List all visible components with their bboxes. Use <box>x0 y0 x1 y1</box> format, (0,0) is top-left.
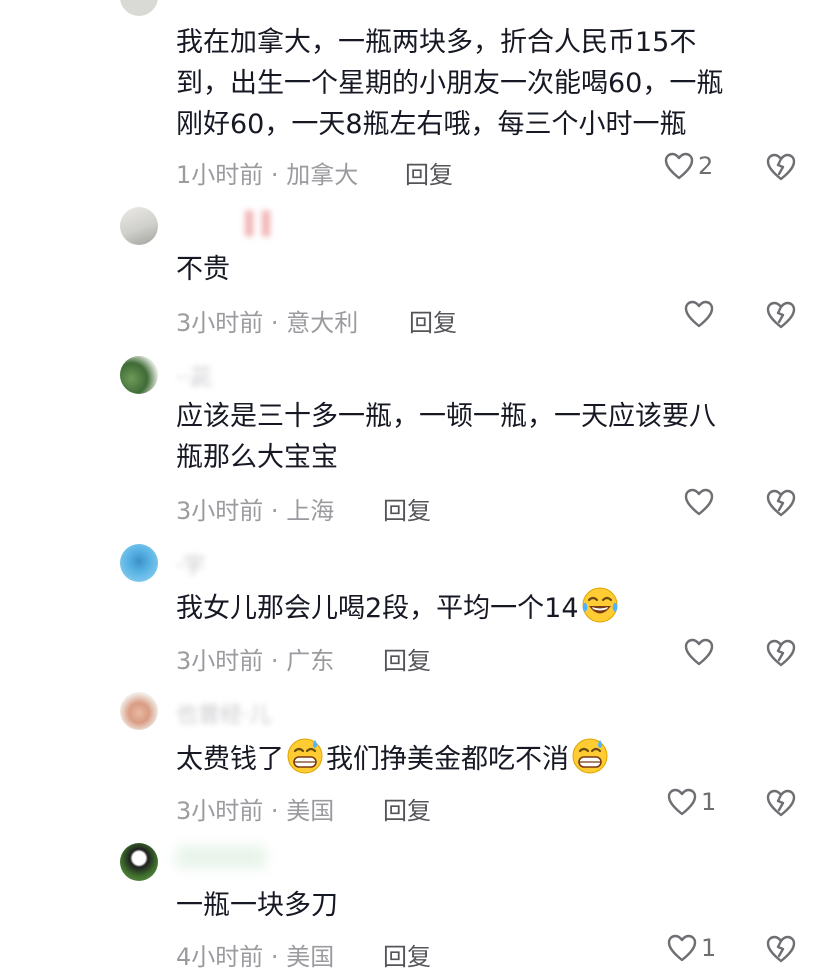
sweat-grin-emoji <box>285 736 325 776</box>
comment-meta: 4小时前 · 美国 <box>176 937 334 972</box>
avatar[interactable] <box>120 692 158 730</box>
comment-text: 我女儿那会儿喝2段，平均一个14 <box>176 585 796 629</box>
like-count: 1 <box>701 934 717 962</box>
meta-separator: · <box>270 943 279 971</box>
comment-text-line: 不贵 <box>176 254 230 285</box>
username[interactable]: 也曾经·儿 <box>176 697 271 729</box>
comment-text-line: 我们挣美金都吃不消 <box>326 744 569 775</box>
like-button[interactable] <box>684 300 718 328</box>
comment-text: 我在加拿大，一瓶两块多，折合人民币15不 到，出生一个星期的小朋友一次能喝60，… <box>176 22 796 145</box>
comment-location: 上海 <box>286 497 335 525</box>
comment-text-line: 一瓶一块多刀 <box>176 890 338 921</box>
comment-location: 加拿大 <box>286 161 359 189</box>
reply-button[interactable]: 回复 <box>383 491 431 526</box>
dislike-button[interactable] <box>766 935 796 963</box>
sweat-grin-emoji <box>570 736 610 776</box>
reply-button[interactable]: 回复 <box>409 303 457 338</box>
reply-button[interactable]: 回复 <box>383 791 431 826</box>
meta-separator: · <box>270 497 279 525</box>
dislike-button[interactable] <box>766 301 796 329</box>
comment-text: 不贵 <box>176 249 796 290</box>
broken-heart-icon <box>766 153 796 181</box>
heart-icon <box>664 152 694 180</box>
avatar[interactable] <box>120 207 158 245</box>
dislike-button[interactable] <box>766 489 796 517</box>
avatar[interactable] <box>120 544 158 582</box>
username[interactable] <box>176 846 266 868</box>
comment-text-line: 刚好60，一天8瓶左右哦，每三个小时一瓶 <box>176 109 687 140</box>
meta-separator: · <box>270 797 279 825</box>
meta-separator: · <box>270 309 279 337</box>
like-button[interactable] <box>684 638 718 666</box>
comment-text: 一瓶一块多刀 <box>176 885 796 926</box>
comment-time: 3小时前 <box>176 309 264 337</box>
like-button[interactable]: 1 <box>667 934 716 962</box>
avatar[interactable] <box>120 0 158 16</box>
comment-time: 4小时前 <box>176 943 264 971</box>
comment-text-line: 到，出生一个星期的小朋友一次能喝60，一瓶 <box>176 68 724 99</box>
broken-heart-icon <box>766 301 796 329</box>
comment-location: 意大利 <box>286 309 359 337</box>
dislike-button[interactable] <box>766 153 796 181</box>
heart-icon <box>667 788 697 816</box>
comment-time: 3小时前 <box>176 647 264 675</box>
broken-heart-icon <box>766 639 796 667</box>
heart-icon <box>684 300 714 328</box>
broken-heart-icon <box>766 935 796 963</box>
comment-text-line: 我女儿那会儿喝2段，平均一个14 <box>176 593 579 624</box>
broken-heart-icon <box>766 489 796 517</box>
reply-button[interactable]: 回复 <box>383 641 431 676</box>
avatar[interactable] <box>120 843 158 881</box>
comment-time: 3小时前 <box>176 797 264 825</box>
comment-meta: 1小时前 · 加拿大 <box>176 155 358 190</box>
comment-text-line: 瓶那么大宝宝 <box>176 442 338 473</box>
comment-text-line: 我在加拿大，一瓶两块多，折合人民币15不 <box>176 27 697 58</box>
reply-button[interactable]: 回复 <box>383 937 431 972</box>
heart-icon <box>667 934 697 962</box>
dislike-button[interactable] <box>766 789 796 817</box>
laughing-tears-emoji <box>580 585 620 625</box>
like-button[interactable]: 2 <box>664 152 713 180</box>
comment-text-line: 太费钱了 <box>176 744 284 775</box>
comment-location: 美国 <box>286 797 335 825</box>
meta-separator: · <box>270 647 279 675</box>
comment-location: 美国 <box>286 943 335 971</box>
username[interactable]: ▌▌ <box>245 212 279 237</box>
comment-meta: 3小时前 · 美国 <box>176 791 334 826</box>
comment-meta: 3小时前 · 广东 <box>176 641 334 676</box>
comment-time: 1小时前 <box>176 161 264 189</box>
comment-text: 太费钱了 我们挣美金都吃不消 <box>176 736 796 780</box>
username[interactable]: ··茈 <box>176 360 212 392</box>
comment-text: 应该是三十多一瓶，一顿一瓶，一天应该要八 瓶那么大宝宝 <box>176 396 796 478</box>
avatar[interactable] <box>120 356 158 394</box>
like-count: 1 <box>701 788 717 816</box>
heart-icon <box>684 638 714 666</box>
comment-location: 广东 <box>286 647 335 675</box>
like-count: 2 <box>698 152 714 180</box>
like-button[interactable]: 1 <box>667 788 716 816</box>
reply-button[interactable]: 回复 <box>405 155 453 190</box>
comment-time: 3小时前 <box>176 497 264 525</box>
meta-separator: · <box>270 161 279 189</box>
dislike-button[interactable] <box>766 639 796 667</box>
comment-text-line: 应该是三十多一瓶，一顿一瓶，一天应该要八 <box>176 401 716 432</box>
username[interactable]: ·宇 <box>176 548 205 580</box>
broken-heart-icon <box>766 789 796 817</box>
like-button[interactable] <box>684 488 718 516</box>
heart-icon <box>684 488 714 516</box>
comment-meta: 3小时前 · 意大利 <box>176 303 358 338</box>
comment-meta: 3小时前 · 上海 <box>176 491 334 526</box>
